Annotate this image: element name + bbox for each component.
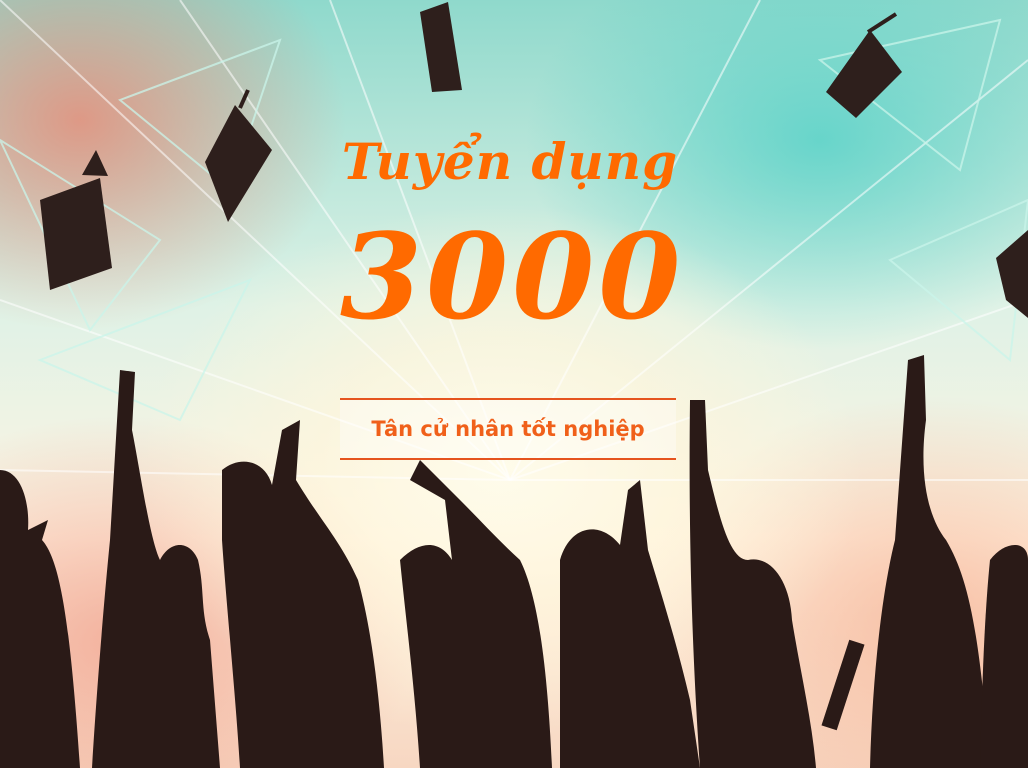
subtitle-text: Tân cử nhân tốt nghiệp xyxy=(340,400,676,458)
subtitle-rule-bottom xyxy=(340,458,676,460)
recruitment-banner: Tuyển dụng 3000 Tân cử nhân tốt nghiệp xyxy=(0,0,1028,768)
headline-block: Tuyển dụng 3000 Tân cử nhân tốt nghiệp xyxy=(340,132,680,472)
headline-number: 3000 xyxy=(340,207,685,346)
headline-title: Tuyển dụng xyxy=(341,132,679,191)
